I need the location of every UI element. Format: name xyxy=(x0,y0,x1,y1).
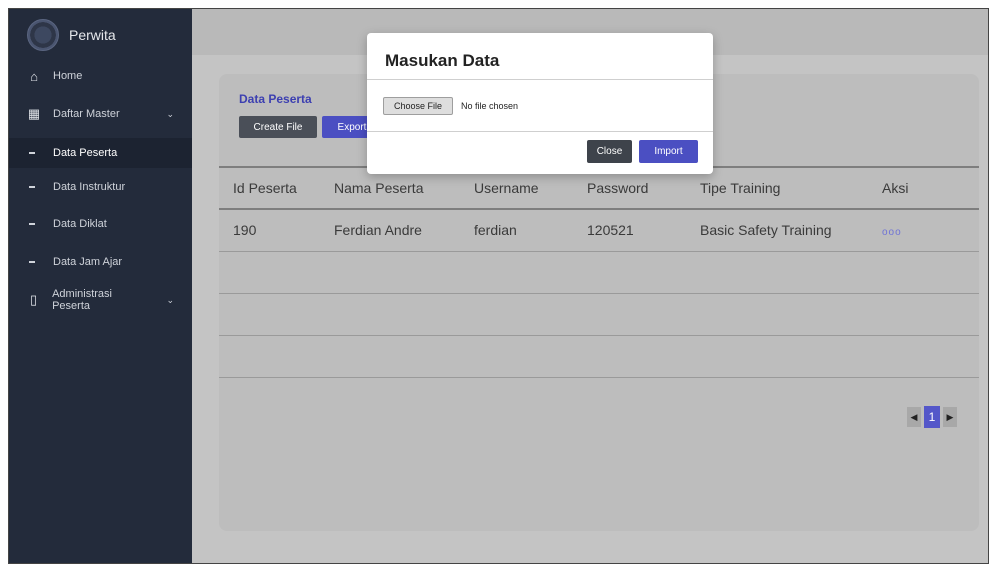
sidebar-item-data-jam-ajar[interactable]: Data Jam Ajar xyxy=(9,247,192,277)
import-button[interactable]: Import xyxy=(639,140,698,163)
sidebar-item-data-peserta[interactable]: Data Peserta xyxy=(9,138,192,168)
sidebar-item-daftar-master[interactable]: ▦ Daftar Master ⌄ xyxy=(9,99,192,129)
cell-name: Ferdian Andre xyxy=(334,209,474,252)
logo xyxy=(27,19,59,51)
clipboard-icon: ▯ xyxy=(29,292,38,307)
divider xyxy=(367,79,713,80)
cell-username: ferdian xyxy=(474,209,587,252)
sidebar-item-label: Data Instruktur xyxy=(53,181,126,193)
column-header[interactable]: Tipe Training xyxy=(700,166,882,210)
import-modal: Masukan Data Choose File No file chosen … xyxy=(367,33,713,174)
sidebar-item-label: Home xyxy=(53,70,83,82)
table-row xyxy=(219,251,979,294)
chevron-down-icon: ⌄ xyxy=(166,108,174,119)
sidebar-item-label: Daftar Master xyxy=(53,108,120,120)
sidebar-item-label: Data Peserta xyxy=(53,147,118,159)
table-row xyxy=(219,293,979,336)
participants-table: Id Peserta Nama Peserta Username Passwor… xyxy=(219,166,979,378)
divider xyxy=(367,131,713,132)
dash-icon xyxy=(29,152,35,154)
chevron-down-icon: ⌄ xyxy=(166,294,174,305)
sidebar-item-label: Administrasi Peserta xyxy=(52,288,112,312)
close-button[interactable]: Close xyxy=(587,140,632,163)
card-title: Data Peserta xyxy=(239,92,312,106)
dash-icon xyxy=(29,261,35,263)
sidebar: Perwita ⌂ Home ▦ Daftar Master ⌄ Data Pe… xyxy=(9,9,192,563)
page-number-button[interactable]: 1 xyxy=(924,406,940,428)
sidebar-item-label: Data Diklat xyxy=(53,218,107,230)
dash-icon xyxy=(29,223,35,225)
table-row[interactable]: 190 Ferdian Andre ferdian 120521 Basic S… xyxy=(219,209,979,252)
cell-training-type: Basic Safety Training xyxy=(700,209,882,252)
table-row xyxy=(219,335,979,378)
modal-title: Masukan Data xyxy=(385,51,500,70)
grid-table-icon: ▦ xyxy=(27,106,41,121)
cell-password: 120521 xyxy=(587,209,700,252)
sidebar-item-label: Data Jam Ajar xyxy=(53,256,123,268)
dash-icon xyxy=(29,186,35,188)
cell-id: 190 xyxy=(219,209,334,252)
next-page-icon[interactable]: ▶ xyxy=(943,407,957,427)
column-header[interactable]: Id Peserta xyxy=(219,166,334,210)
sidebar-item-administrasi-peserta[interactable]: ▯ Administrasi Peserta ⌄ xyxy=(9,285,192,315)
home-icon: ⌂ xyxy=(30,68,38,84)
pagination: ◀ 1 ▶ xyxy=(907,406,957,428)
create-file-button[interactable]: Create File xyxy=(239,116,317,138)
brand-name: Perwita xyxy=(69,27,116,43)
choose-file-button[interactable]: Choose File xyxy=(383,97,453,115)
app-window: Perwita ⌂ Home ▦ Daftar Master ⌄ Data Pe… xyxy=(8,8,989,564)
column-header: Aksi xyxy=(882,166,979,210)
sidebar-item-data-instruktur[interactable]: Data Instruktur xyxy=(9,172,192,202)
brand[interactable]: Perwita xyxy=(27,19,116,51)
sidebar-item-home[interactable]: ⌂ Home xyxy=(9,61,192,91)
prev-page-icon[interactable]: ◀ xyxy=(907,407,921,427)
sidebar-item-data-diklat[interactable]: Data Diklat xyxy=(9,209,192,239)
file-status: No file chosen xyxy=(461,101,519,111)
more-actions-icon[interactable]: ooo xyxy=(882,227,902,238)
